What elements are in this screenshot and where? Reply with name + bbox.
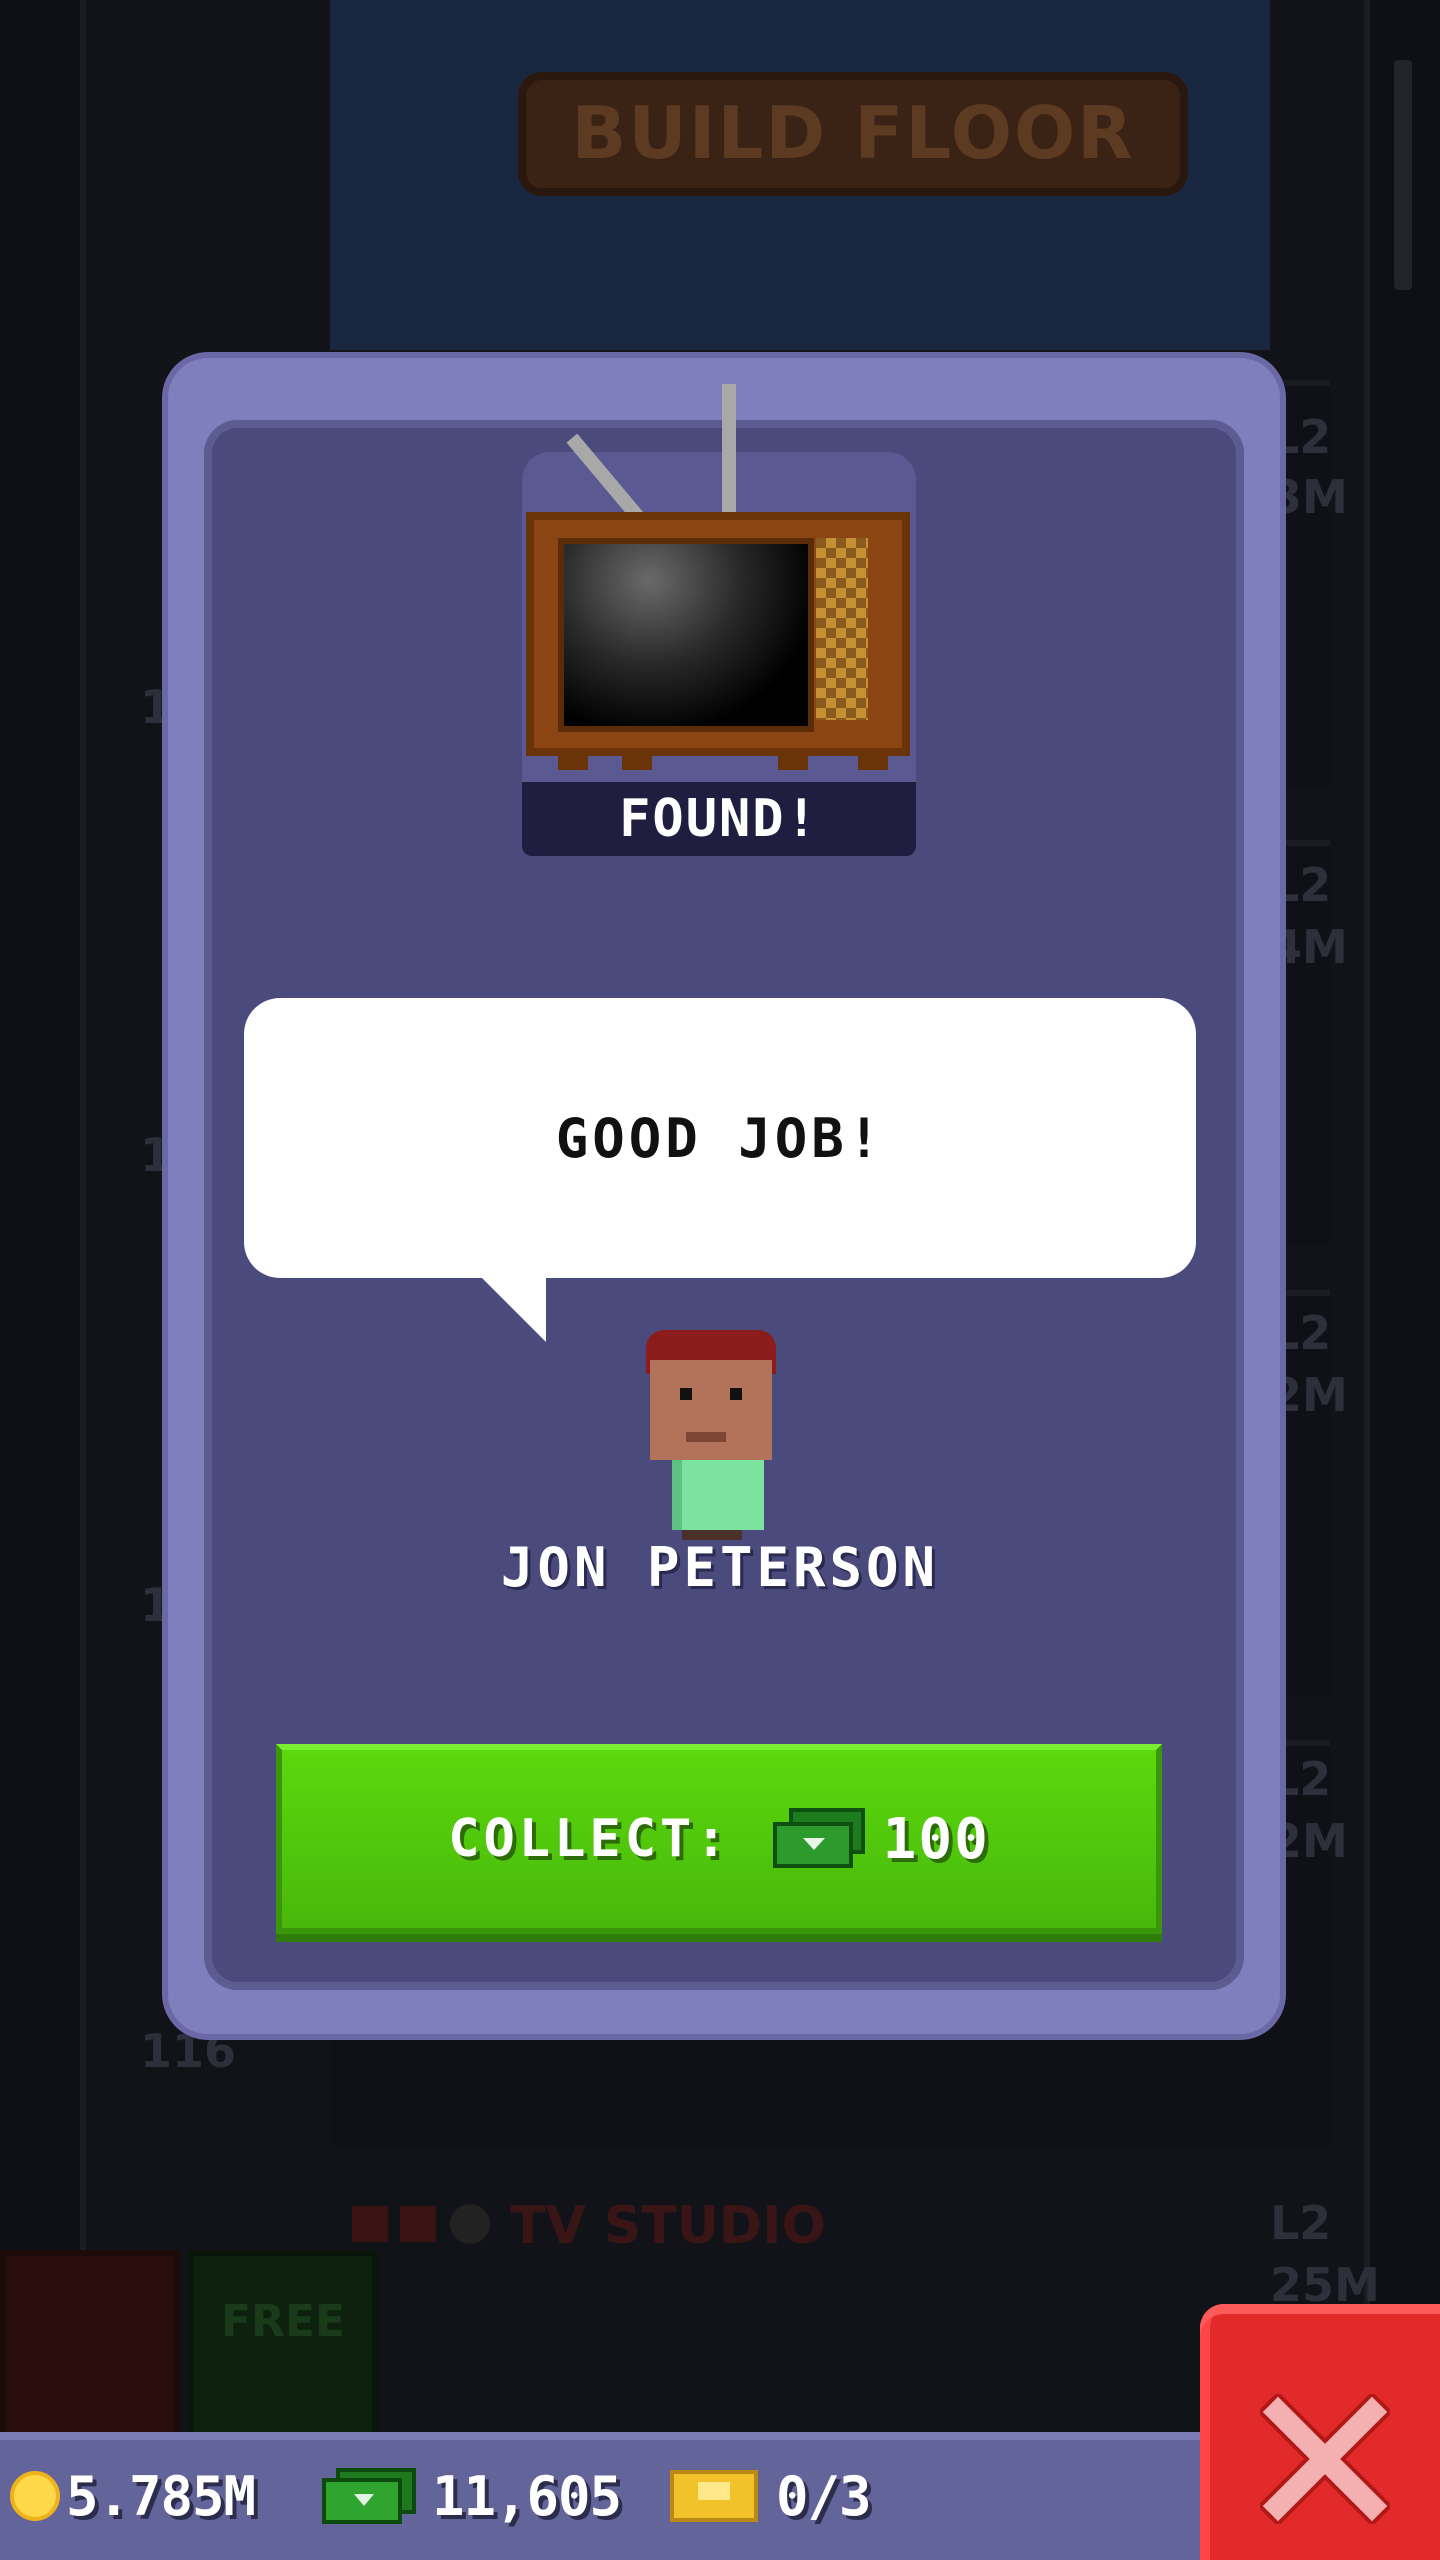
collect-amount: 100 xyxy=(882,1806,990,1872)
bux-counter: 11,605 xyxy=(322,2456,622,2536)
close-icon xyxy=(1260,2394,1390,2524)
speech-bubble-tail xyxy=(480,1276,546,1342)
modal-overlay: FOUND! GOOD JOB! JON PETERSON COLLECT: 1… xyxy=(0,0,1440,2432)
bux-value: 11,605 xyxy=(432,2464,622,2528)
coins-value: 5.785M xyxy=(66,2464,256,2528)
ticket-icon xyxy=(670,2470,758,2522)
tv-screen xyxy=(558,538,814,732)
tower-bux-icon xyxy=(322,2468,418,2524)
speech-text: GOOD JOB! xyxy=(555,1106,885,1170)
collect-label: COLLECT: xyxy=(448,1809,731,1869)
close-button[interactable] xyxy=(1200,2304,1440,2560)
speech-bubble: GOOD JOB! xyxy=(244,998,1196,1278)
coin-icon xyxy=(10,2471,60,2521)
found-label: FOUND! xyxy=(522,782,916,856)
coins-counter: 5.785M xyxy=(10,2456,256,2536)
character-name: JON PETERSON xyxy=(500,1536,940,1599)
antenna xyxy=(722,384,736,514)
tickets-value: 0/3 xyxy=(776,2464,872,2528)
collect-button[interactable]: COLLECT: 100 xyxy=(276,1744,1162,1934)
character-avatar xyxy=(646,1330,786,1540)
tickets-counter: 0/3 xyxy=(670,2456,872,2536)
tv-body xyxy=(526,512,910,756)
tower-bux-icon xyxy=(772,1808,865,1870)
tv-speaker-grille xyxy=(816,538,868,720)
